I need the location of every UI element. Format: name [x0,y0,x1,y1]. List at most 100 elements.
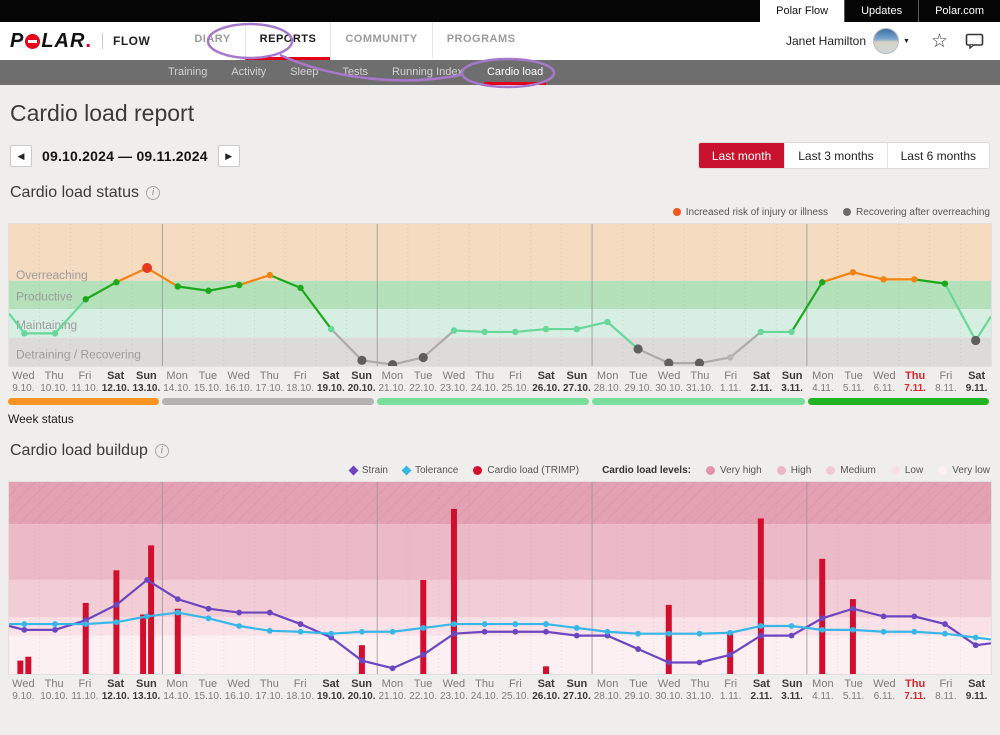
day-date: 9.11. [961,383,992,395]
cardio-load-levels-label: Cardio load levels: [602,465,691,476]
day-name: Tue [623,678,654,691]
day-date: 16.10. [223,383,254,395]
subnav-item-training[interactable]: Training [156,60,219,85]
day-name: Fri [500,678,531,691]
page-title: Cardio load report [10,100,990,127]
day-date: 27.10. [562,383,593,395]
x-axis-day-label: Mon4.11. [808,370,839,394]
nav-item-programs[interactable]: PROGRAMS [432,22,530,60]
subnav-item-cardio-load[interactable]: Cardio load [475,60,555,85]
day-date: 10.10. [39,691,70,703]
day-date: 6.11. [869,383,900,395]
day-name: Sat [100,678,131,691]
x-axis-day-label: Sat26.10. [531,370,562,394]
day-date: 18.10. [285,691,316,703]
legend-level-very-low: Very low [938,465,990,476]
x-axis-day-label: Wed6.11. [869,678,900,702]
day-name: Thu [469,370,500,383]
day-name: Tue [838,678,869,691]
flow-label: FLOW [113,34,150,48]
x-axis-day-label: Thu17.10. [254,678,285,702]
cardio-load-buildup-chart[interactable] [9,482,991,674]
day-date: 14.10. [162,691,193,703]
subnav-item-tests[interactable]: Tests [330,60,380,85]
day-name: Fri [715,678,746,691]
prev-period-button[interactable]: ◀ [10,145,32,167]
x-axis-day-label: Fri25.10. [500,678,531,702]
x-axis-day-label: Sat19.10. [316,678,347,702]
main-nav: PLAR. FLOW DIARYREPORTSCOMMUNITYPROGRAMS… [0,22,1000,60]
chevron-down-icon[interactable]: ▼ [903,38,910,45]
next-period-button[interactable]: ▶ [218,145,240,167]
legend-diamond-icon [348,465,358,475]
day-date: 23.10. [439,691,470,703]
day-date: 7.11. [900,691,931,703]
topbar-tab-polar-com[interactable]: Polar.com [918,0,1000,22]
day-name: Sun [346,370,377,383]
subnav-item-activity[interactable]: Activity [219,60,278,85]
day-name: Tue [408,678,439,691]
range-button-last-6-months[interactable]: Last 6 months [887,143,989,168]
nav-item-community[interactable]: COMMUNITY [330,22,431,60]
day-date: 21.10. [377,383,408,395]
legend-diamond-icon [402,465,412,475]
day-name: Thu [254,370,285,383]
day-name: Fri [931,370,962,383]
status-section-title: Cardio load status [10,184,139,202]
day-date: 11.10. [70,383,101,395]
day-date: 3.11. [777,383,808,395]
x-axis-day-label: Tue29.10. [623,370,654,394]
legend-level-dot-icon [938,466,947,475]
topbar-tab-polar-flow[interactable]: Polar Flow [760,0,844,22]
week-status-segment [592,398,804,405]
subnav-item-sleep[interactable]: Sleep [278,60,330,85]
day-date: 20.10. [346,691,377,703]
subnav-item-running-index[interactable]: Running Index [380,60,475,85]
day-date: 28.10. [592,691,623,703]
favorites-star-icon[interactable]: ☆ [931,32,948,51]
day-name: Sat [746,678,777,691]
avatar[interactable] [873,28,899,54]
day-date: 2.11. [746,383,777,395]
x-axis-day-label: Wed6.11. [869,370,900,394]
day-name: Wed [439,370,470,383]
range-button-group: Last monthLast 3 monthsLast 6 months [698,142,990,169]
week-status-segment [808,398,990,405]
subnav: TrainingActivitySleepTestsRunning IndexC… [0,60,1000,85]
x-axis-day-label: Thu7.11. [900,678,931,702]
day-name: Sun [131,370,162,383]
x-axis-day-label: Tue22.10. [408,370,439,394]
topbar-tab-updates[interactable]: Updates [844,0,918,22]
week-status-segment [162,398,374,405]
day-date: 15.10. [193,383,224,395]
legend-label: Low [905,465,923,476]
nav-item-reports[interactable]: REPORTS [245,22,331,60]
x-axis-day-label: Wed9.10. [8,370,39,394]
legend-dot-icon [673,208,681,216]
date-range: 09.10.2024 — 09.11.2024 [42,148,208,164]
legend-pill-icon [473,466,482,475]
day-date: 26.10. [531,383,562,395]
legend-item-recovering-after-overreaching: Recovering after overreaching [843,207,990,218]
feedback-bubble-icon[interactable] [965,33,984,49]
cardio-load-status-chart[interactable]: OverreachingProductiveMaintainingDetrain… [9,224,991,366]
info-icon[interactable]: i [155,444,169,458]
range-button-last-3-months[interactable]: Last 3 months [784,143,886,168]
day-name: Sun [346,678,377,691]
range-button-last-month[interactable]: Last month [699,143,784,168]
legend-label: Strain [362,465,388,476]
day-date: 30.10. [654,691,685,703]
nav-item-diary[interactable]: DIARY [180,22,244,60]
day-name: Wed [223,678,254,691]
x-axis-day-label: Sun3.11. [777,370,808,394]
x-axis-day-label: Mon28.10. [592,370,623,394]
legend-item-cardio-load-trimp: Cardio load (TRIMP) [473,465,579,476]
info-icon[interactable]: i [146,186,160,200]
x-axis-day-label: Tue5.11. [838,370,869,394]
x-axis-day-label: Mon28.10. [592,678,623,702]
week-status-segment [377,398,589,405]
x-axis-day-label: Wed9.10. [8,678,39,702]
polar-logo[interactable]: PLAR. [10,22,92,60]
day-date: 24.10. [469,691,500,703]
legend-level-medium: Medium [826,465,876,476]
